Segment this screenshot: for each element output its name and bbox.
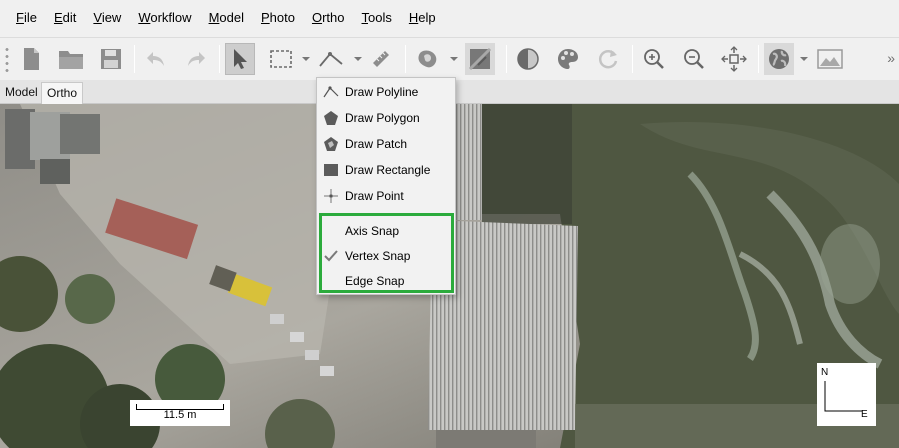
rectangle-selection-icon [270, 50, 292, 68]
draw-shape-menu: Draw Polyline Draw Polygon Draw Patch Dr… [316, 77, 456, 295]
menu-item-draw-rectangle[interactable]: Draw Rectangle [317, 158, 455, 182]
menu-ortho[interactable]: Ortho [306, 7, 351, 29]
toolbar-separator [632, 45, 633, 73]
undo-button[interactable] [141, 43, 171, 75]
toolbar-separator [219, 45, 220, 73]
menu-model[interactable]: Model [203, 7, 250, 29]
save-icon [101, 49, 121, 69]
patch-icon [323, 136, 339, 152]
palette-icon [558, 49, 578, 69]
select-arrow-icon [234, 49, 247, 69]
toolbar-grip-handle[interactable] [5, 46, 9, 74]
redo-button[interactable] [181, 43, 211, 75]
polygon-icon [323, 110, 339, 126]
save-button[interactable] [96, 43, 126, 75]
menu-help[interactable]: Help [403, 7, 442, 29]
scale-bar-label: 11.5 m [163, 409, 197, 421]
contrast-button[interactable] [513, 43, 543, 75]
undo-icon [147, 52, 164, 66]
main-toolbar: » [0, 37, 899, 79]
shapes-button[interactable] [413, 43, 443, 75]
open-project-button[interactable] [56, 43, 86, 75]
zoom-in-button[interactable] [639, 43, 669, 75]
image-icon [817, 49, 843, 69]
color-correction-button[interactable] [553, 43, 583, 75]
zoom-out-icon [684, 49, 704, 69]
polyline-icon [323, 84, 339, 100]
zoom-in-icon [644, 49, 664, 69]
menu-workflow[interactable]: Workflow [132, 7, 197, 29]
menu-item-draw-polyline[interactable]: Draw Polyline [317, 80, 455, 104]
menu-view[interactable]: View [87, 7, 127, 29]
toolbar-separator [134, 45, 135, 73]
toolbar-separator [506, 45, 507, 73]
toolbar-separator [758, 45, 759, 73]
menu-file[interactable]: File [10, 7, 43, 29]
image-button[interactable] [815, 43, 845, 75]
zoom-out-button[interactable] [679, 43, 709, 75]
refresh-icon [598, 50, 618, 69]
globe-icon [769, 49, 789, 69]
new-document-button[interactable] [16, 43, 46, 75]
compass-axes-icon [824, 381, 862, 412]
menu-tools[interactable]: Tools [356, 7, 398, 29]
draw-shape-button[interactable] [316, 43, 346, 75]
open-folder-icon [59, 51, 83, 69]
rectangle-selection-button[interactable] [266, 43, 296, 75]
basemap-button[interactable] [764, 43, 794, 75]
menu-item-axis-snap[interactable]: Axis Snap [317, 219, 455, 243]
chevron-down-icon[interactable] [354, 56, 362, 62]
menu-bar: File Edit View Workflow Model Photo Orth… [0, 0, 899, 36]
scale-bar: 11.5 m [130, 400, 230, 426]
shape-layers-icon [418, 50, 437, 68]
compass-east-label: E [861, 409, 868, 420]
chevron-down-icon[interactable] [302, 56, 310, 62]
toolbar-separator [405, 45, 406, 73]
menu-edit[interactable]: Edit [48, 7, 82, 29]
point-icon [323, 188, 339, 204]
chevron-down-icon[interactable] [800, 56, 808, 62]
menu-item-draw-polygon[interactable]: Draw Polygon [317, 106, 455, 130]
chevron-down-icon[interactable] [450, 56, 458, 62]
new-document-icon [24, 48, 39, 70]
orthophoto-edit-icon [468, 47, 492, 71]
tab-model[interactable]: Model [0, 82, 43, 104]
tab-ortho[interactable]: Ortho [41, 82, 84, 104]
menu-item-edge-snap[interactable]: Edge Snap [317, 269, 455, 293]
contrast-icon [517, 48, 539, 70]
menu-item-draw-point[interactable]: Draw Point [317, 184, 455, 208]
reset-view-button[interactable] [719, 43, 749, 75]
ruler-button[interactable] [366, 43, 396, 75]
checkmark-icon [323, 248, 339, 264]
compass-north-label: N [821, 367, 829, 378]
navigation-mode-button[interactable] [225, 43, 255, 75]
rectangle-icon [323, 162, 339, 178]
draw-polyline-icon [319, 52, 343, 67]
menu-photo[interactable]: Photo [255, 7, 301, 29]
orthophoto-edit-button[interactable] [465, 43, 495, 75]
ruler-icon [373, 51, 389, 67]
toolbar-overflow-button[interactable]: » [887, 50, 895, 66]
refresh-button[interactable] [593, 43, 623, 75]
reset-view-icon [721, 46, 747, 72]
menu-item-draw-patch[interactable]: Draw Patch [317, 132, 455, 156]
north-arrow-compass: N E [817, 363, 876, 426]
menu-item-vertex-snap[interactable]: Vertex Snap [317, 244, 455, 268]
redo-icon [188, 52, 205, 66]
